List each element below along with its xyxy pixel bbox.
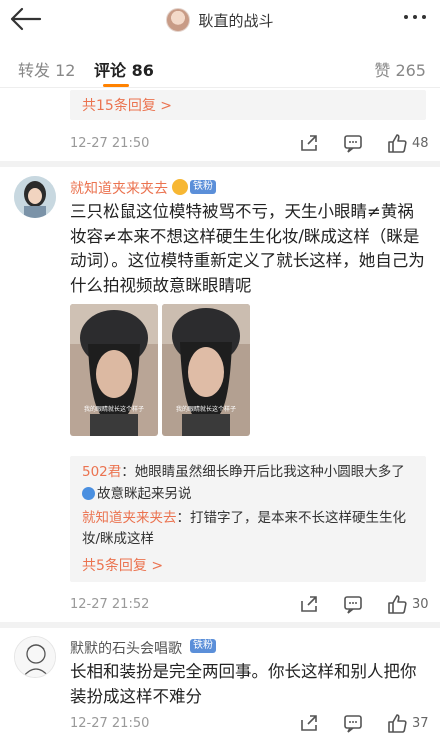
reply-item[interactable]: 502君：她眼睛虽然细长睁开后比我这种小圆眼大多了 — [82, 462, 418, 483]
reply-username[interactable]: 就知道夹来夹去 — [82, 510, 177, 526]
more-replies-link[interactable]: 共15条回复 > — [82, 95, 172, 115]
avatar[interactable] — [14, 176, 56, 218]
comment-time: 12-27 21:50 — [70, 716, 150, 731]
comment-photo[interactable]: 我的眼睛就长这个样子 — [70, 304, 158, 436]
comment-photo[interactable]: 我的眼睛就长这个样子 — [162, 304, 250, 436]
comment-divider — [0, 622, 440, 628]
comment-icon[interactable] — [342, 593, 364, 615]
tab-likes[interactable]: 赞 265 — [374, 57, 426, 81]
comment-username[interactable]: 默默的石头会唱歌 — [70, 638, 182, 658]
reply-text: 妆/眯成这样 — [82, 531, 155, 547]
fan-emoji-icon — [172, 179, 188, 195]
like-count: 37 — [412, 716, 429, 731]
tab-comments[interactable]: 评论 86 — [94, 57, 154, 81]
page-title: 耿直的战斗 — [198, 11, 274, 30]
fan-badge: 铁粉 — [190, 180, 216, 194]
reply-username[interactable]: 502君 — [82, 464, 121, 480]
like-count: 48 — [412, 136, 429, 151]
reply-item[interactable]: 就知道夹来夹去：打错字了，是本来不长这样硬生生化 — [82, 508, 418, 529]
comment-icon[interactable] — [342, 712, 364, 734]
reply-box: 共15条回复 > — [70, 90, 426, 120]
comment-meta: 12-27 21:50 37 — [70, 712, 430, 736]
reply-item-continued: 妆/眯成这样 — [82, 529, 418, 550]
emoji-icon — [82, 487, 95, 500]
comment-time: 12-27 21:50 — [70, 136, 150, 151]
like-icon[interactable] — [386, 712, 408, 734]
like-icon[interactable] — [386, 132, 408, 154]
comment-meta: 12-27 21:52 30 — [70, 593, 430, 617]
share-icon[interactable] — [298, 712, 320, 734]
avatar[interactable] — [14, 636, 56, 678]
comment-text: 三只松鼠这位模特被骂不亏，天生小眼睛≠黄祸妆容≠本来不想这样硬生生化妆/眯成这样… — [70, 202, 425, 295]
share-icon[interactable] — [298, 593, 320, 615]
share-icon[interactable] — [298, 132, 320, 154]
title-avatar — [166, 8, 191, 32]
comment-text: 长相和装扮是完全两回事。你长这样和别人把你装扮成这样不难分 — [70, 662, 417, 706]
photo-caption: 我的眼睛就长这个样子 — [83, 406, 144, 413]
comment-time: 12-27 21:52 — [70, 597, 150, 612]
more-icon[interactable] — [404, 15, 426, 19]
reply-item-continued: 故意眯起来另说 — [82, 484, 418, 505]
comment-icon[interactable] — [342, 132, 364, 154]
top-bar: 耿直的战斗 — [0, 0, 440, 40]
like-count: 30 — [412, 597, 429, 612]
title-area[interactable]: 耿直的战斗 — [0, 0, 440, 40]
reply-text: ：她眼睛虽然细长睁开后比我这种小圆眼大多了 — [121, 464, 405, 480]
reply-box: 502君：她眼睛虽然细长睁开后比我这种小圆眼大多了 故意眯起来另说 就知道夹来夹… — [70, 456, 426, 582]
fan-badge: 铁粉 — [190, 639, 216, 653]
reply-text: 故意眯起来另说 — [97, 486, 192, 502]
comment-username[interactable]: 就知道夹来夹去 — [70, 178, 168, 198]
reply-text: ：打错字了，是本来不长这样硬生生化 — [176, 510, 407, 526]
comment-meta: 12-27 21:50 48 — [70, 132, 430, 156]
more-replies-link[interactable]: 共5条回复 > — [82, 555, 163, 575]
comment-divider — [0, 161, 440, 167]
tab-reposts[interactable]: 转发 12 — [18, 57, 75, 81]
tab-bar: 转发 12 评论 86 赞 265 — [0, 40, 440, 88]
photo-caption: 我的眼睛就长这个样子 — [175, 406, 236, 413]
tab-indicator — [103, 84, 129, 87]
like-icon[interactable] — [386, 593, 408, 615]
